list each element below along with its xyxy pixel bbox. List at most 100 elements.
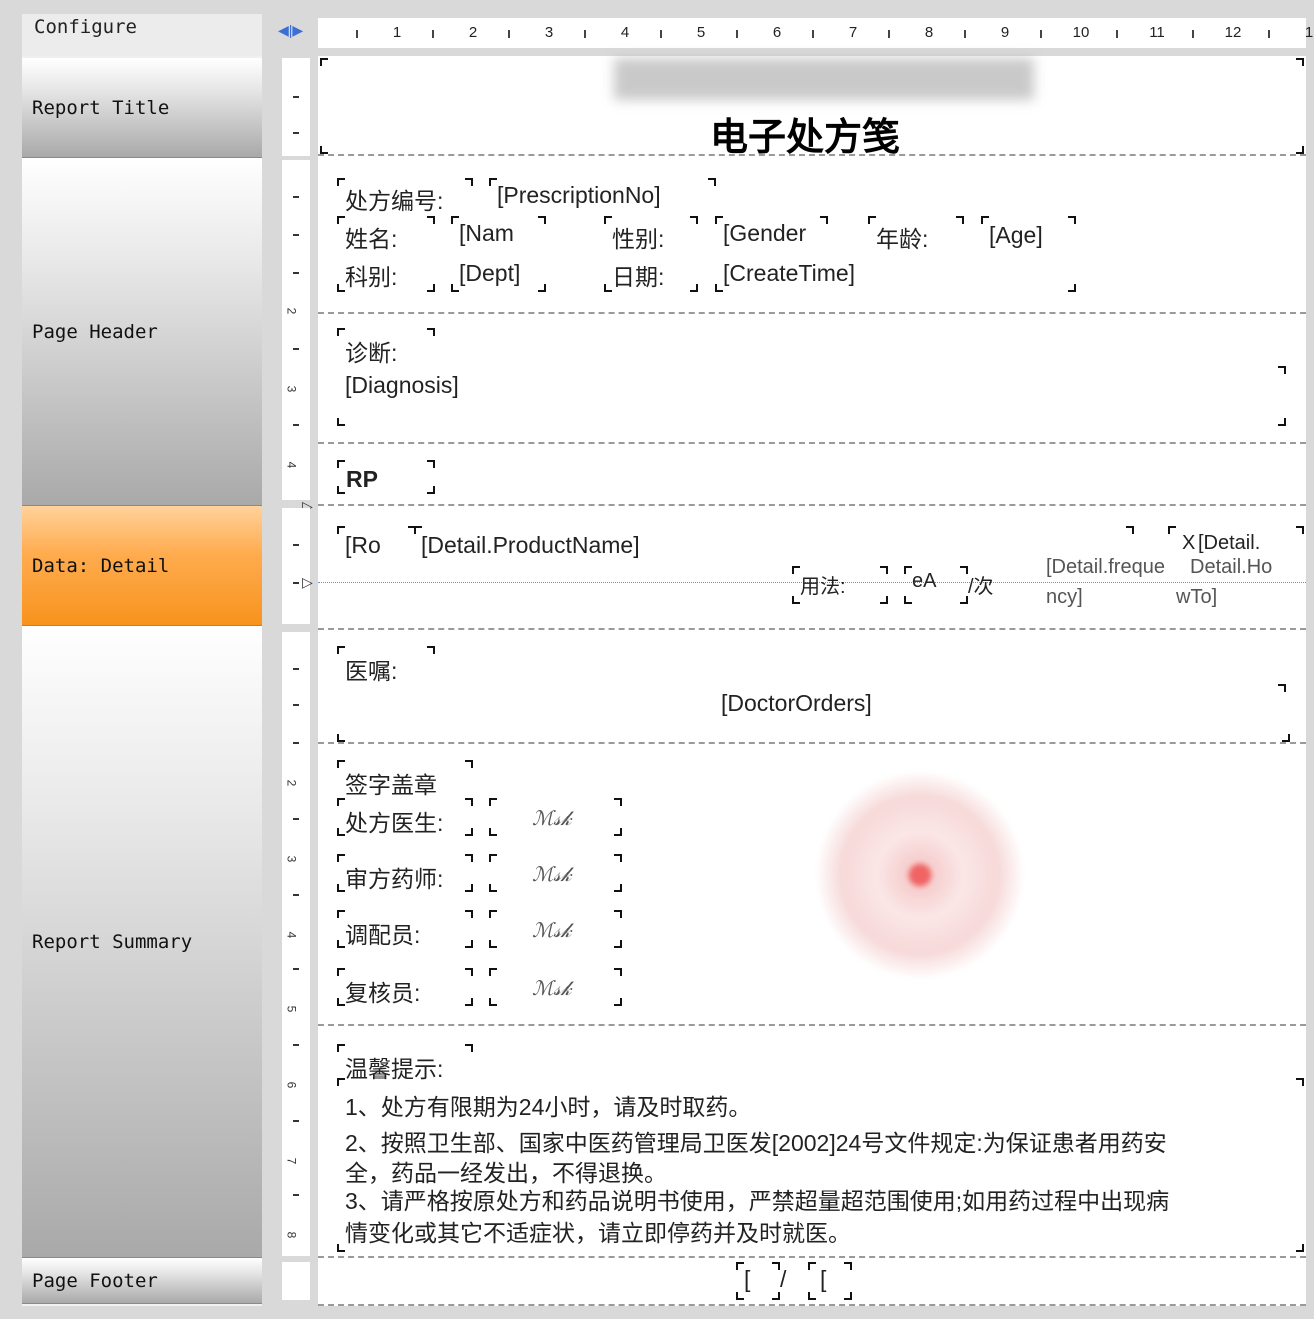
usage-label[interactable]: 用法:: [800, 570, 846, 599]
band-separator: [318, 442, 1306, 444]
ruler-tick: [1268, 30, 1270, 38]
product-name-field[interactable]: [Detail.ProductName]: [421, 532, 640, 559]
band-marker-icon[interactable]: ▷: [302, 574, 318, 592]
pharmacist-sign-label[interactable]: 审方药师:: [345, 860, 443, 894]
page-number-field[interactable]: [: [744, 1266, 750, 1293]
blurred-hospital-name: [614, 58, 1034, 100]
total-pages-field[interactable]: [: [820, 1266, 826, 1293]
gender-label[interactable]: 性别:: [612, 220, 664, 254]
dept-field[interactable]: [Dept]: [459, 260, 520, 287]
band-separator: [318, 504, 1306, 506]
page-slash[interactable]: /: [780, 1266, 786, 1293]
ruler-tick: [432, 30, 434, 38]
ruler-number: 10: [1072, 24, 1090, 41]
ruler-number: 2: [284, 779, 299, 787]
per-times-label[interactable]: /次: [968, 570, 994, 599]
gender-field[interactable]: [Gender: [723, 220, 806, 247]
signature-icon[interactable]: ℳ𝓈𝓀: [532, 976, 571, 1000]
ruler-segment-summary: 2 3 4 5 6 7 8: [282, 632, 310, 1256]
band-tab-page-footer[interactable]: Page Footer: [22, 1258, 262, 1304]
ruler-number: 3: [284, 385, 299, 393]
band-separator: [318, 312, 1306, 314]
doctor-orders-label[interactable]: 医嘱:: [345, 652, 397, 686]
ruler-segment-title: [282, 58, 310, 156]
ruler-number: 1: [1304, 24, 1314, 41]
ruler-number: 5: [696, 24, 706, 41]
ruler-number: 9: [1000, 24, 1010, 41]
ruler-number: 8: [924, 24, 934, 41]
diagnosis-label[interactable]: 诊断:: [345, 334, 397, 368]
band-tab-report-summary[interactable]: Report Summary: [22, 626, 262, 1258]
ruler-tick: [812, 30, 814, 38]
ruler-segment-footer: [282, 1262, 310, 1300]
ruler-number: 7: [848, 24, 858, 41]
ruler-number: 4: [284, 931, 299, 939]
ruler-segment-detail: [282, 508, 310, 624]
detail-field-a[interactable]: [Detail.: [1198, 532, 1260, 555]
dispenser-sign-label[interactable]: 调配员:: [345, 916, 420, 950]
band-tab-page-header[interactable]: Page Header: [22, 158, 262, 506]
ruler-number: 8: [284, 1231, 299, 1239]
signature-icon[interactable]: ℳ𝓈𝓀: [532, 862, 571, 886]
prescription-no-field[interactable]: [PrescriptionNo]: [497, 182, 661, 209]
ruler-tick: [1192, 30, 1194, 38]
name-field[interactable]: [Nam: [459, 220, 514, 247]
ruler-tick: [888, 30, 890, 38]
ruler-tick: [356, 30, 358, 38]
date-label[interactable]: 日期:: [612, 258, 664, 292]
ruler-number: 1: [392, 24, 402, 41]
splitter-arrows-icon[interactable]: ◀|▶: [278, 22, 303, 39]
name-label[interactable]: 姓名:: [345, 220, 397, 254]
checker-sign-label[interactable]: 复核员:: [345, 974, 420, 1008]
age-label[interactable]: 年龄:: [876, 220, 928, 254]
tip-line-1[interactable]: 1、处方有限期为24小时，请及时取药。: [345, 1088, 751, 1122]
tip-line-2[interactable]: 2、按照卫生部、国家中医药管理局卫医发[2002]24号文件规定:为保证患者用药…: [345, 1124, 1167, 1158]
report-title[interactable]: 电子处方笺: [710, 106, 900, 161]
prescription-no-label[interactable]: 处方编号:: [345, 182, 443, 216]
tip-line-3-cont[interactable]: 情变化或其它不适症状，请立即停药并及时就医。: [345, 1214, 851, 1248]
band-separator: [318, 1256, 1306, 1258]
doctor-orders-field[interactable]: [DoctorOrders]: [721, 690, 872, 717]
tip-line-3[interactable]: 3、请严格按原处方和药品说明书使用，严禁超量超范围使用;如用药过程中出现病: [345, 1182, 1169, 1216]
ruler-tick: [736, 30, 738, 38]
ruler-tick: [584, 30, 586, 38]
configure-header[interactable]: Configure: [22, 14, 262, 56]
ruler-tick: [964, 30, 966, 38]
each-field[interactable]: eA: [912, 570, 936, 593]
ruler-number: 2: [468, 24, 478, 41]
sign-label[interactable]: 签字盖章: [345, 766, 437, 800]
signature-icon[interactable]: ℳ𝓈𝓀: [532, 918, 571, 942]
band-separator: [318, 742, 1306, 744]
ruler-number: 3: [284, 855, 299, 863]
row-field[interactable]: [Ro: [345, 532, 381, 559]
band-separator: [318, 628, 1306, 630]
ruler-tick: [1040, 30, 1042, 38]
band-tab-report-title[interactable]: Report Title: [22, 58, 262, 158]
seal-stamp-icon: [800, 760, 1050, 990]
ruler-number: 6: [772, 24, 782, 41]
ruler-segment-header: 2 3 4: [282, 160, 310, 500]
age-field[interactable]: [Age]: [989, 222, 1043, 249]
ruler-number: 4: [284, 461, 299, 469]
frequency-field-cont[interactable]: ncy]: [1046, 586, 1083, 609]
frequency-field[interactable]: [Detail.freque: [1046, 556, 1165, 579]
doctor-sign-label[interactable]: 处方医生:: [345, 804, 443, 838]
rp-label[interactable]: RP: [346, 466, 378, 493]
ruler-number: 2: [284, 307, 299, 315]
ruler-number: 4: [620, 24, 630, 41]
signature-icon[interactable]: ℳ𝓈𝓀: [532, 806, 571, 830]
left-ruler: 2 3 4 ▷ ▷ 2 3 4 5 6 7 8: [282, 56, 313, 1300]
dept-label[interactable]: 科别:: [345, 258, 397, 292]
ruler-number: 7: [284, 1157, 299, 1165]
tips-label[interactable]: 温馨提示:: [345, 1050, 443, 1084]
diagnosis-field[interactable]: [Diagnosis]: [345, 372, 459, 399]
band-tab-data-detail[interactable]: Data: Detail: [22, 506, 262, 626]
detail-field-b[interactable]: Detail.Ho: [1190, 556, 1272, 579]
band-separator: [318, 1304, 1306, 1306]
ruler-number: 12: [1224, 24, 1242, 41]
date-field[interactable]: [CreateTime]: [723, 260, 855, 287]
ruler-tick: [508, 30, 510, 38]
top-ruler: 1 2 3 4 5 6 7 8 9 10 11 12 1: [318, 18, 1313, 48]
ruler-tick: [1116, 30, 1118, 38]
detail-field-c[interactable]: wTo]: [1176, 586, 1217, 609]
